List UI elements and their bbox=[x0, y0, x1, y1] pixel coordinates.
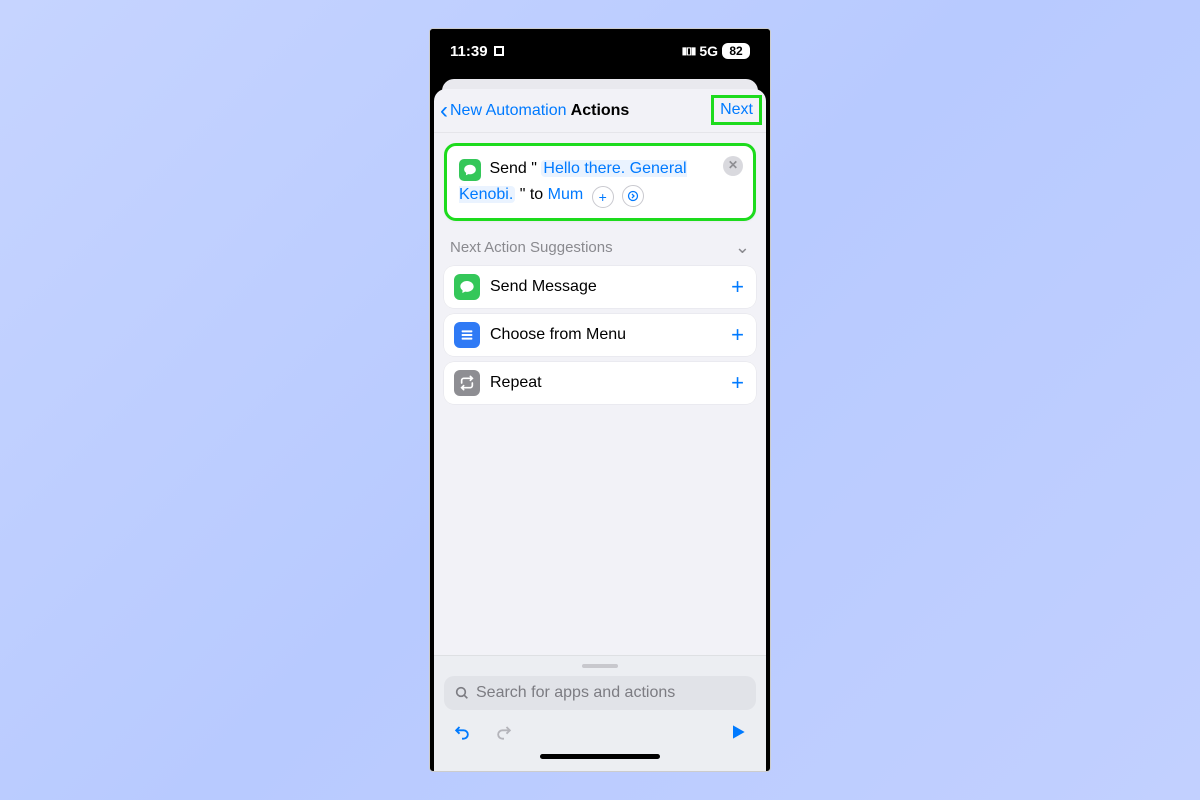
network-label: 5G bbox=[699, 43, 718, 59]
next-button[interactable]: Next bbox=[711, 95, 762, 125]
expand-action-button[interactable] bbox=[622, 185, 644, 207]
signal-icon: ▮▯▮ bbox=[682, 46, 696, 57]
status-bar: 11:39 ▮▯▮ 5G 82 bbox=[430, 29, 770, 73]
add-suggestion-button[interactable]: + bbox=[731, 274, 746, 300]
suggestion-label: Send Message bbox=[490, 278, 731, 296]
suggestion-send-message[interactable]: Send Message + bbox=[444, 266, 756, 308]
location-icon bbox=[494, 46, 504, 56]
recipient-token[interactable]: Mum bbox=[548, 186, 584, 203]
add-suggestion-button[interactable]: + bbox=[731, 322, 746, 348]
suggestion-repeat[interactable]: Repeat + bbox=[444, 362, 756, 404]
search-field[interactable]: Search for apps and actions bbox=[444, 676, 756, 710]
suggestion-label: Choose from Menu bbox=[490, 326, 731, 344]
suggestion-choose-from-menu[interactable]: Choose from Menu + bbox=[444, 314, 756, 356]
add-suggestion-button[interactable]: + bbox=[731, 370, 746, 396]
toolbar bbox=[444, 710, 756, 748]
suggestions-title: Next Action Suggestions bbox=[450, 239, 613, 256]
bottom-bar: Search for apps and actions bbox=[434, 655, 766, 771]
search-placeholder: Search for apps and actions bbox=[476, 684, 675, 702]
nav-bar: ‹ New Automation Actions Next bbox=[434, 89, 766, 133]
add-recipient-button[interactable]: + bbox=[592, 186, 614, 208]
undo-button[interactable] bbox=[450, 720, 474, 744]
suggestion-label: Repeat bbox=[490, 374, 731, 392]
redo-button bbox=[492, 720, 516, 744]
home-indicator[interactable] bbox=[540, 754, 660, 759]
send-message-action-card[interactable]: ✕ Send " Hello there. General Kenobi. " … bbox=[444, 143, 756, 221]
messages-app-icon bbox=[459, 159, 481, 181]
remove-action-button[interactable]: ✕ bbox=[723, 156, 743, 176]
actions-sheet: ‹ New Automation Actions Next ✕ Send " H… bbox=[434, 89, 766, 771]
suggestions-header[interactable]: Next Action Suggestions ⌄ bbox=[450, 237, 750, 258]
messages-icon bbox=[454, 274, 480, 300]
suggestions-list: Send Message + Choose from Menu + Repeat… bbox=[444, 266, 756, 404]
menu-icon bbox=[454, 322, 480, 348]
phone-frame: 11:39 ▮▯▮ 5G 82 ‹ New Automation Actions… bbox=[429, 28, 771, 772]
repeat-icon bbox=[454, 370, 480, 396]
back-label: New Automation bbox=[450, 102, 567, 120]
action-text-to: " to bbox=[520, 186, 543, 203]
action-text-send: Send " bbox=[489, 160, 537, 177]
battery-badge: 82 bbox=[722, 43, 750, 59]
chevron-left-icon: ‹ bbox=[440, 99, 448, 123]
run-button[interactable] bbox=[726, 720, 750, 744]
status-time: 11:39 bbox=[450, 43, 488, 60]
nav-title: Actions bbox=[571, 102, 630, 120]
search-icon bbox=[454, 685, 470, 701]
back-button[interactable]: ‹ New Automation bbox=[440, 89, 567, 132]
chevron-down-icon: ⌄ bbox=[735, 237, 750, 258]
grab-handle[interactable] bbox=[582, 664, 618, 668]
